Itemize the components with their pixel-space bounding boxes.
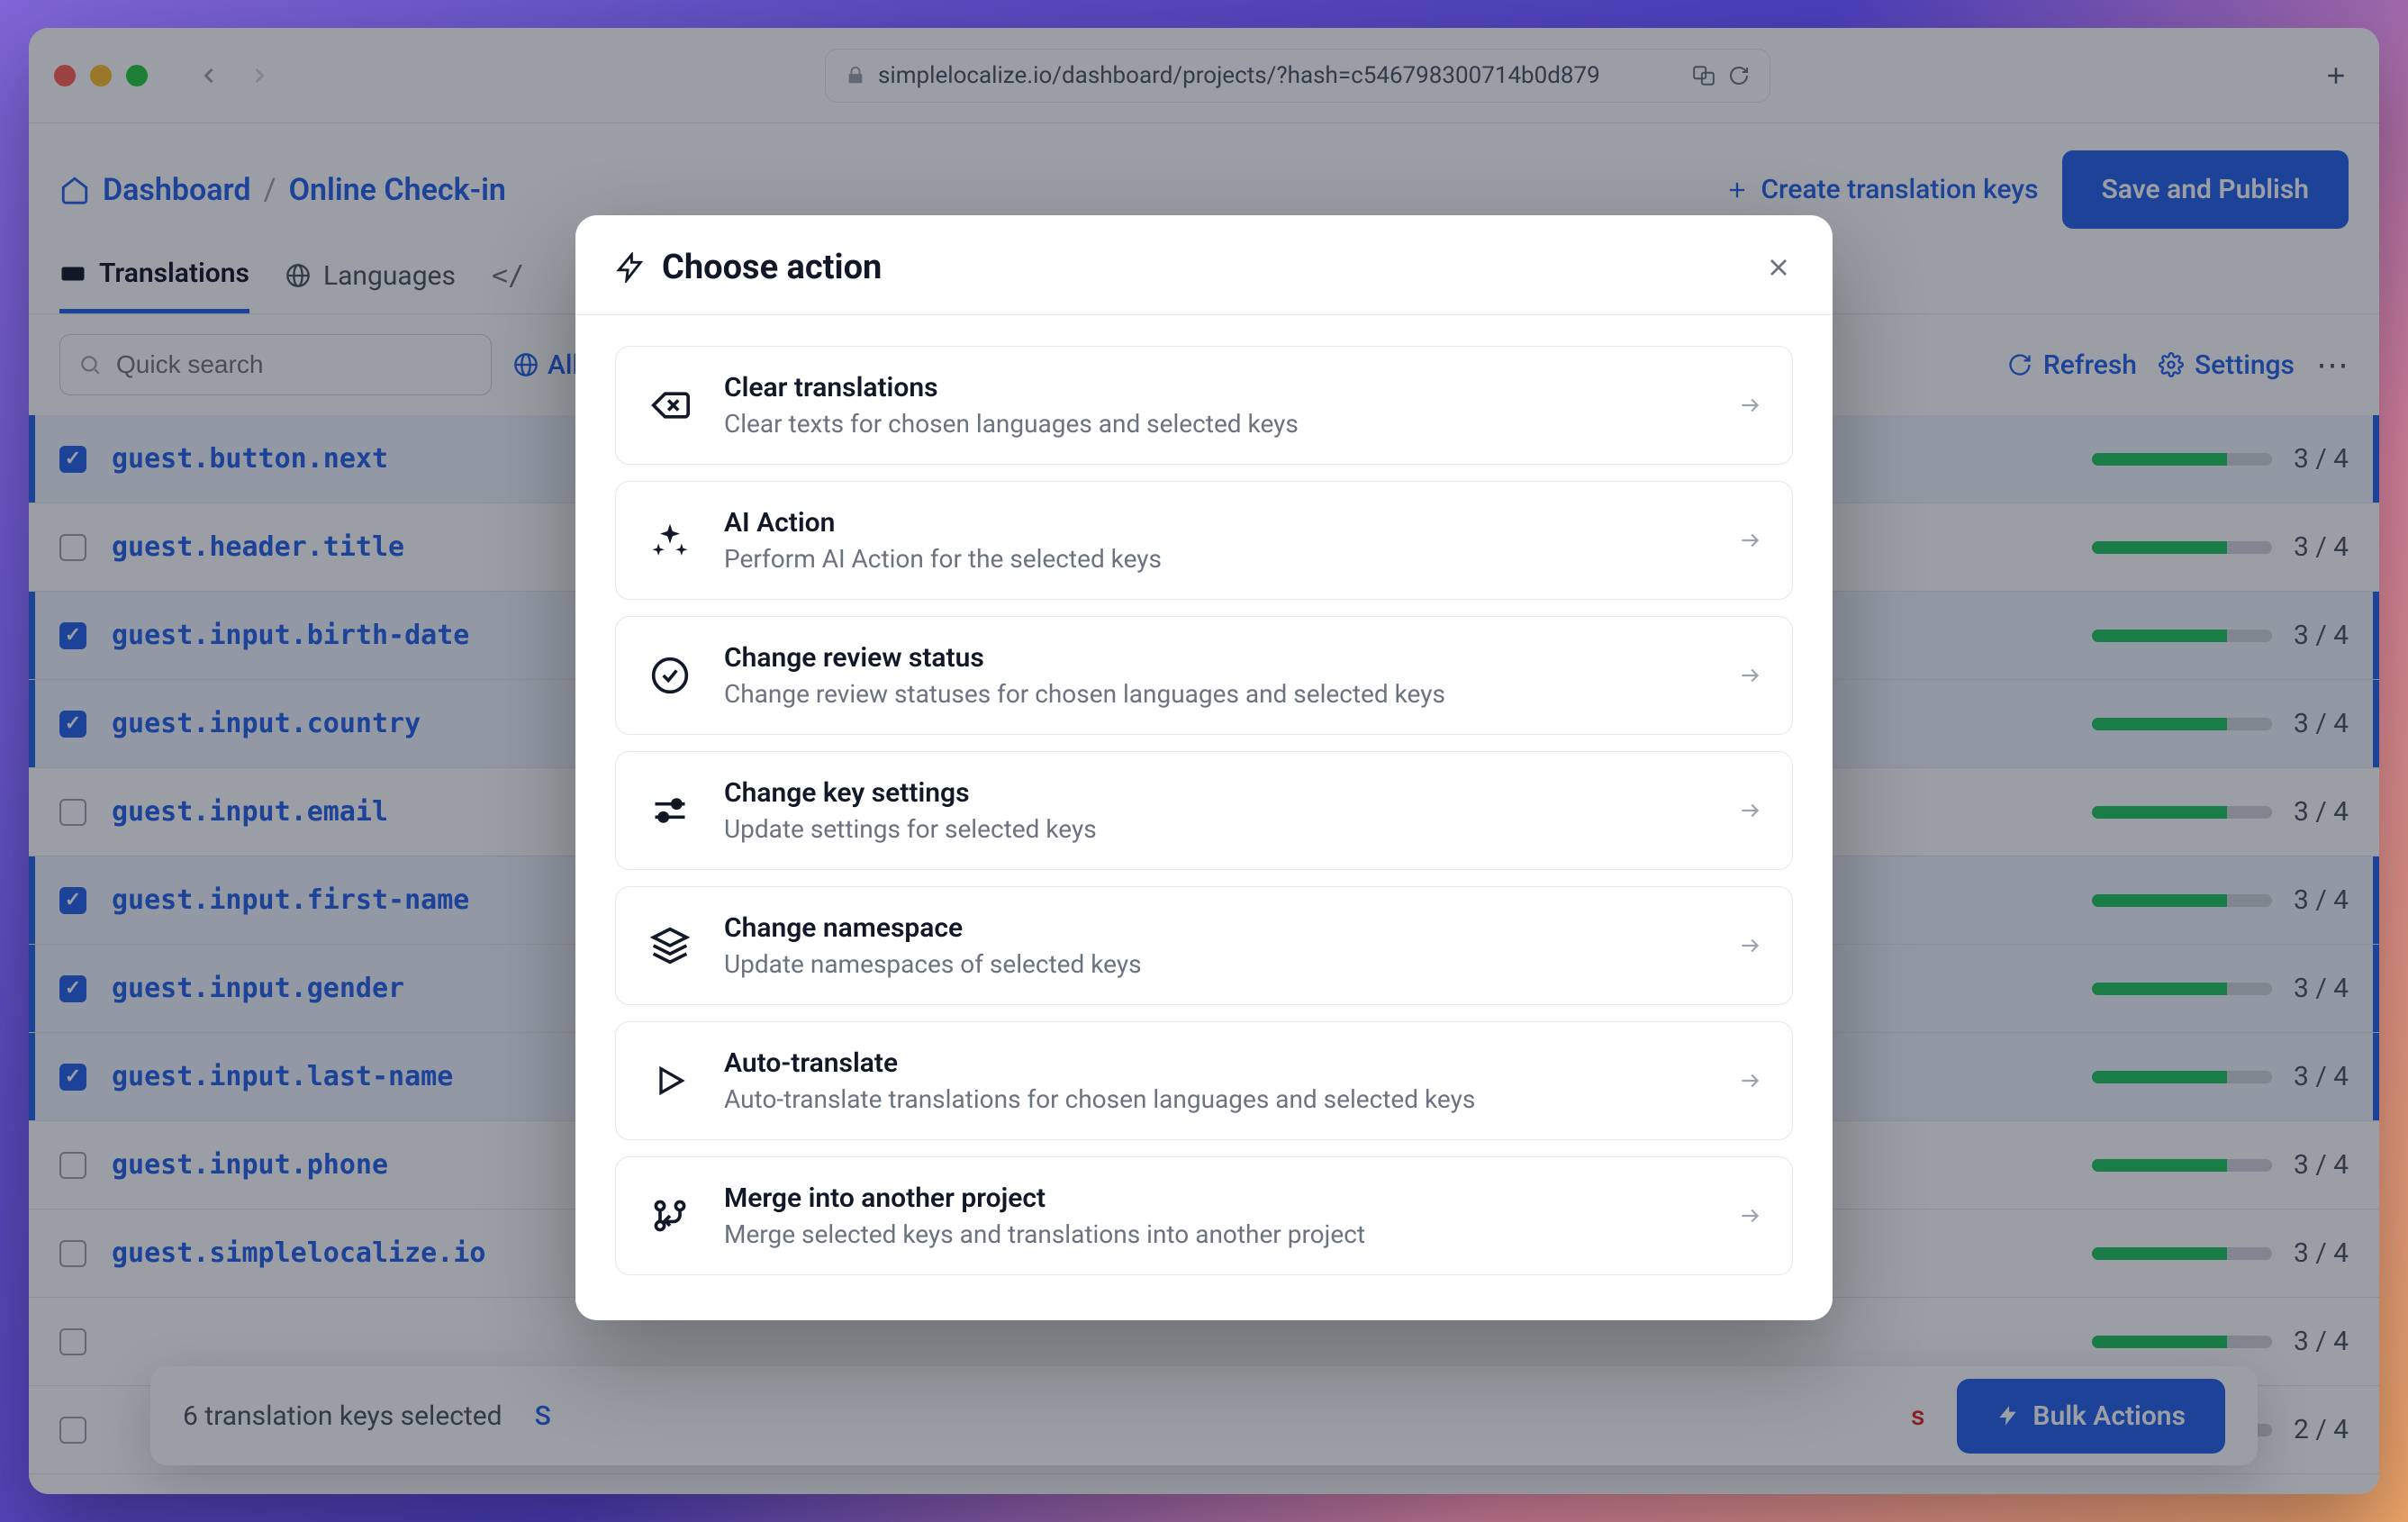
arrow-right-icon <box>1738 1069 1761 1092</box>
action-subtitle: Clear texts for chosen languages and sel… <box>724 409 1707 439</box>
arrow-right-icon <box>1738 934 1761 957</box>
action-title: Merge into another project <box>724 1182 1707 1214</box>
check-icon <box>647 652 693 699</box>
action-item[interactable]: Change key settings Update settings for s… <box>615 751 1793 870</box>
arrow-right-icon <box>1738 529 1761 552</box>
arrow-right-icon <box>1738 664 1761 687</box>
action-subtitle: Update namespaces of selected keys <box>724 949 1707 979</box>
arrow-right-icon <box>1738 799 1761 822</box>
action-item[interactable]: Merge into another project Merge selected… <box>615 1156 1793 1275</box>
action-item[interactable]: Change namespace Update namespaces of sel… <box>615 886 1793 1005</box>
bolt-icon <box>615 252 646 283</box>
action-item[interactable]: AI Action Perform AI Action for the selec… <box>615 481 1793 600</box>
action-item[interactable]: Auto-translate Auto-translate translation… <box>615 1021 1793 1140</box>
action-subtitle: Merge selected keys and translations int… <box>724 1219 1707 1249</box>
action-subtitle: Auto-translate translations for chosen l… <box>724 1084 1707 1114</box>
action-title: Auto-translate <box>724 1047 1707 1079</box>
action-title: Change namespace <box>724 912 1707 944</box>
action-title: Change key settings <box>724 777 1707 809</box>
action-item[interactable]: Clear translations Clear texts for chosen… <box>615 346 1793 465</box>
backspace-icon <box>647 382 693 429</box>
sliders-icon <box>647 787 693 834</box>
modal-overlay[interactable]: Choose action Clear translations Clear te… <box>29 28 2379 1494</box>
merge-icon <box>647 1192 693 1239</box>
layers-icon <box>647 922 693 969</box>
action-title: AI Action <box>724 507 1707 539</box>
arrow-right-icon <box>1738 1204 1761 1228</box>
action-title: Change review status <box>724 642 1707 674</box>
action-subtitle: Perform AI Action for the selected keys <box>724 544 1707 574</box>
action-subtitle: Update settings for selected keys <box>724 814 1707 844</box>
action-item[interactable]: Change review status Change review status… <box>615 616 1793 735</box>
choose-action-modal: Choose action Clear translations Clear te… <box>575 215 1833 1320</box>
modal-close[interactable] <box>1764 253 1793 282</box>
modal-title: Choose action <box>662 248 882 287</box>
action-subtitle: Change review statuses for chosen langua… <box>724 679 1707 709</box>
action-title: Clear translations <box>724 372 1707 403</box>
browser-window: simplelocalize.io/dashboard/projects/?ha… <box>29 28 2379 1494</box>
sparkle-icon <box>647 517 693 564</box>
play-icon <box>647 1057 693 1104</box>
arrow-right-icon <box>1738 394 1761 417</box>
